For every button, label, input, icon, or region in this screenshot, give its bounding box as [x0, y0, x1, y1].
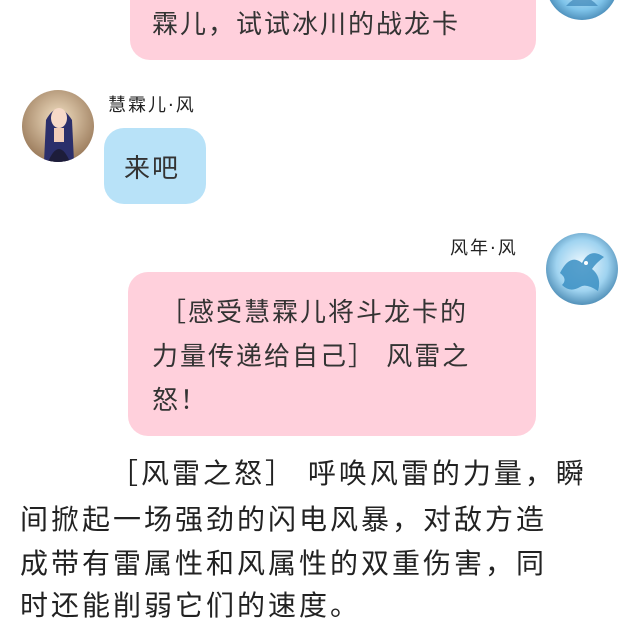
message-text-line: 怒！: [152, 386, 209, 416]
message-text-line: ［感受慧霖儿将斗龙卡的: [160, 298, 469, 328]
sender-name: 风年·风: [450, 238, 518, 259]
message-text: 来吧: [124, 154, 181, 184]
message-bubble-outgoing-top[interactable]: 霖儿，试试冰川的战龙卡: [130, 0, 536, 60]
anime-girl-icon: [22, 90, 94, 162]
avatar-anime-girl-icon[interactable]: [22, 90, 94, 162]
chat-screen: 霖儿，试试冰川的战龙卡 慧霖儿·风 来吧 风年·风 ［感受慧霖儿将斗龙卡的 力量…: [0, 0, 640, 640]
narration-line: 间掀起一场强劲的闪电风暴，对敌方造: [20, 503, 548, 536]
message-bubble-incoming[interactable]: 来吧: [104, 128, 206, 204]
ice-dragon-icon: [546, 233, 618, 305]
avatar-ice-dragon-icon[interactable]: [546, 233, 618, 305]
ice-dragon-icon: [546, 0, 618, 20]
message-bubble-outgoing[interactable]: ［感受慧霖儿将斗龙卡的 力量传递给自己］ 风雷之 怒！: [128, 272, 536, 436]
message-text: 霖儿，试试冰川的战龙卡: [152, 10, 461, 40]
sender-name: 慧霖儿·风: [108, 95, 196, 116]
message-text-line: 力量传递给自己］ 风雷之: [152, 342, 471, 372]
narration-line: 成带有雷属性和风属性的双重伤害，同: [20, 547, 548, 580]
narration-line: 时还能削弱它们的速度。: [20, 589, 362, 622]
narration-line: ［风雷之怒］ 呼唤风雷的力量，瞬: [110, 457, 587, 490]
avatar-ice-dragon-icon[interactable]: [546, 0, 618, 20]
